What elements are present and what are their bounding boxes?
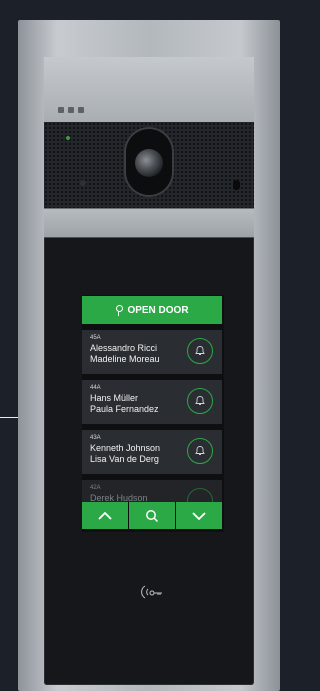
- open-door-button[interactable]: OPEN DOOR: [82, 296, 222, 324]
- resident-entry[interactable]: 44A Hans Müller Paula Fernandez: [82, 380, 222, 424]
- unit-number: 43A: [90, 435, 101, 441]
- hearing-icon: [78, 107, 84, 113]
- chevron-up-icon: [98, 511, 112, 520]
- resident-name: Alessandro Ricci: [90, 343, 158, 353]
- unit-number: 42A: [90, 485, 101, 491]
- resident-name: Kenneth Johnson: [90, 443, 161, 453]
- unit-number: 44A: [90, 385, 101, 391]
- nfc-key-icon: [141, 585, 162, 599]
- resident-entry[interactable]: 43A Kenneth Johnson Lisa Van de Derg: [82, 430, 222, 474]
- chevron-down-icon: [192, 511, 206, 520]
- scroll-down-button[interactable]: [176, 502, 222, 529]
- unit-number: 45A: [90, 335, 101, 341]
- door-icon: [68, 107, 74, 113]
- camera-module: [44, 122, 254, 208]
- call-bell-button[interactable]: [187, 388, 213, 414]
- resident-entry[interactable]: 45A Alessandro Ricci Madeline Moreau: [82, 330, 222, 374]
- speaker-icon: [58, 107, 64, 113]
- top-plate: [44, 57, 254, 123]
- lower-plate: [44, 208, 254, 238]
- camera-icon: [124, 127, 174, 197]
- search-icon: [146, 509, 159, 522]
- status-icons: [58, 107, 84, 113]
- resident-name: Lisa Van de Derg: [90, 454, 159, 464]
- key-icon: [115, 305, 124, 316]
- resident-name: Madeline Moreau: [90, 354, 160, 364]
- navigation-bar: [82, 502, 222, 529]
- touch-display: OPEN DOOR 45A Alessandro Ricci Madeline …: [82, 295, 224, 532]
- bell-icon: [195, 346, 205, 355]
- camera-lens: [135, 149, 163, 177]
- scroll-up-button[interactable]: [82, 502, 128, 529]
- open-door-label: OPEN DOOR: [127, 304, 189, 316]
- light-sensor: [233, 180, 240, 190]
- bell-icon: [195, 396, 205, 405]
- call-bell-button[interactable]: [187, 438, 213, 464]
- status-led: [66, 136, 70, 140]
- resident-name: Hans Müller: [90, 393, 139, 403]
- call-bell-button[interactable]: [187, 338, 213, 364]
- microphone-icon: [80, 180, 86, 186]
- resident-name: Paula Fernandez: [90, 404, 159, 414]
- bell-icon: [195, 446, 205, 455]
- search-button[interactable]: [129, 502, 175, 529]
